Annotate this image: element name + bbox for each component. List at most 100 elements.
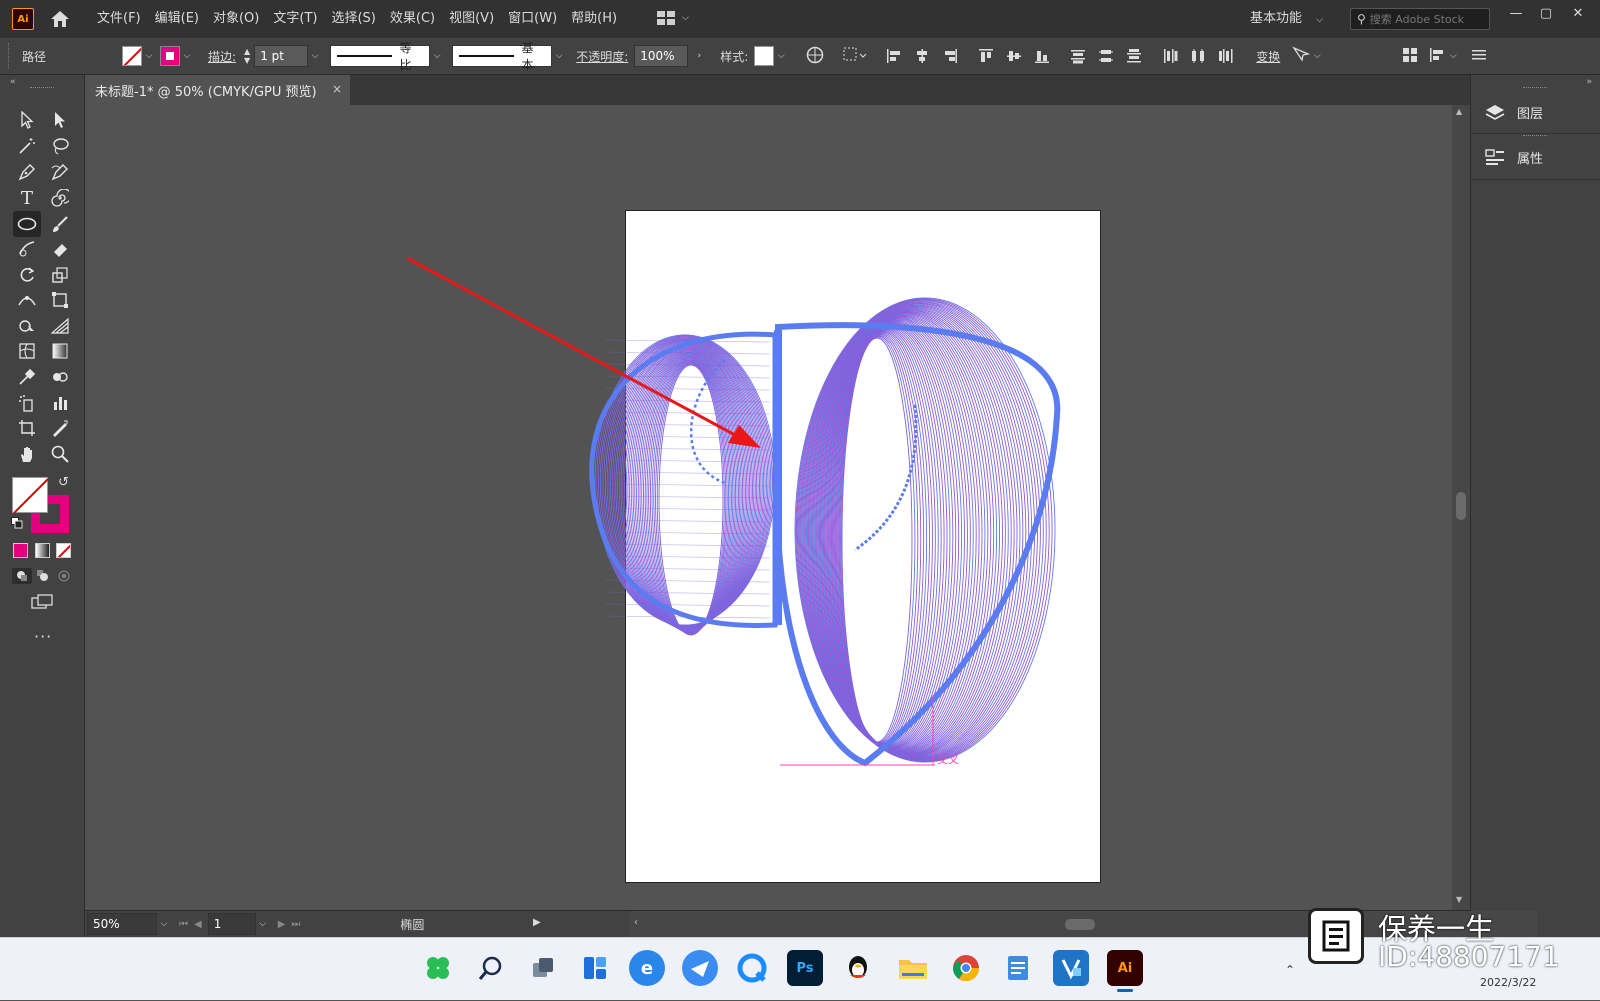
pen-tool-icon[interactable]: [15, 160, 39, 184]
draw-normal-icon[interactable]: [12, 568, 32, 584]
stroke-weight-dropdown[interactable]: ⌵: [308, 46, 322, 66]
draw-behind-icon[interactable]: [35, 568, 51, 584]
first-artboard-icon[interactable]: ⏮: [179, 919, 188, 930]
default-fill-stroke-icon[interactable]: [11, 517, 23, 529]
canvas-area[interactable]: 交叉: [85, 105, 1470, 910]
menu-type[interactable]: 文字(T): [266, 0, 324, 38]
artboard-tool-icon[interactable]: [15, 416, 39, 440]
task-view-button[interactable]: [525, 950, 561, 986]
tray-chevron-up-icon[interactable]: ⌃: [1285, 963, 1295, 977]
align-right-icon[interactable]: [942, 48, 958, 64]
stroke-swatch[interactable]: [160, 46, 180, 66]
close-window-button[interactable]: ✕: [1564, 0, 1592, 26]
scroll-down-icon[interactable]: ▼: [1456, 895, 1462, 904]
draw-inside-icon[interactable]: [56, 568, 72, 584]
home-icon[interactable]: [48, 7, 72, 31]
vertical-scroll-thumb[interactable]: [1456, 492, 1466, 520]
panel-gripper[interactable]: [1523, 135, 1547, 136]
direct-selection-tool-icon[interactable]: [48, 108, 72, 132]
visio-button[interactable]: [1053, 950, 1089, 986]
type-tool-icon[interactable]: T: [15, 186, 39, 210]
mesh-tool-icon[interactable]: [15, 339, 39, 363]
menu-object[interactable]: 对象(O): [206, 0, 266, 38]
illustrator-button[interactable]: Ai: [1107, 950, 1143, 992]
fill-color-proxy[interactable]: [12, 477, 49, 514]
properties-panel-button[interactable]: 属性: [1471, 137, 1600, 177]
gradient-tool-icon[interactable]: [48, 339, 72, 363]
align-horizontal-center-icon[interactable]: [914, 48, 930, 64]
next-artboard-icon[interactable]: ▶: [278, 919, 286, 930]
scale-tool-icon[interactable]: [48, 263, 72, 287]
gradient-mode-button[interactable]: [35, 543, 50, 558]
distribute-vertical-center-icon[interactable]: [1098, 48, 1114, 64]
menu-edit[interactable]: 编辑(E): [148, 0, 206, 38]
maximize-button[interactable]: ▢: [1532, 0, 1560, 26]
toolbar-gripper[interactable]: [30, 87, 54, 90]
opacity-expand[interactable]: ›: [692, 46, 706, 66]
zoom-dropdown[interactable]: ⌵: [157, 914, 171, 934]
align-left-icon[interactable]: [886, 48, 902, 64]
distribute-top-icon[interactable]: [1070, 48, 1086, 64]
brush-dropdown[interactable]: ⌵: [552, 46, 566, 66]
spiral-tool-icon[interactable]: [48, 186, 72, 210]
previous-artboard-icon[interactable]: ◀: [194, 919, 202, 930]
artboard-number-field[interactable]: 1: [207, 913, 256, 935]
stroke-label[interactable]: 描边:: [208, 48, 236, 65]
arrange-documents-button[interactable]: ⌵: [656, 10, 689, 26]
document-tab[interactable]: 未标题-1* @ 50% (CMYK/GPU 预览) ×: [85, 75, 350, 105]
align-bottom-icon[interactable]: [1034, 48, 1050, 64]
minimize-button[interactable]: —: [1502, 0, 1530, 26]
rotate-tool-icon[interactable]: [15, 263, 39, 287]
none-mode-button[interactable]: [56, 543, 71, 558]
widgets-button[interactable]: [577, 950, 613, 986]
workspace-switcher[interactable]: 基本功能 ⌵: [1250, 0, 1323, 38]
align-top-icon[interactable]: [978, 48, 994, 64]
notepad-button[interactable]: [1000, 950, 1036, 986]
color-mode-button[interactable]: [13, 543, 28, 558]
free-transform-tool-icon[interactable]: [48, 288, 72, 312]
distribute-left-icon[interactable]: [1162, 48, 1178, 64]
stroke-dropdown[interactable]: ⌵: [180, 46, 194, 66]
isolate-object-icon[interactable]: [1292, 46, 1311, 67]
file-explorer-button[interactable]: [895, 950, 931, 986]
feishu-button[interactable]: [682, 950, 718, 986]
align-panel-icon[interactable]: [1428, 47, 1446, 66]
qq-button[interactable]: [840, 950, 876, 986]
start-button[interactable]: [420, 950, 456, 986]
paintbrush-tool-icon[interactable]: [48, 212, 72, 236]
stroke-weight-input[interactable]: 1 pt: [254, 45, 309, 67]
variable-width-profile[interactable]: 等比: [330, 41, 431, 72]
menu-help[interactable]: 帮助(H): [564, 0, 624, 38]
last-artboard-icon[interactable]: ⏭: [291, 919, 300, 930]
width-tool-icon[interactable]: [15, 288, 39, 312]
zoom-tool-icon[interactable]: [48, 442, 72, 466]
fill-dropdown[interactable]: ⌵: [142, 46, 156, 66]
menu-window[interactable]: 窗口(W): [501, 0, 564, 38]
stroke-weight-stepper[interactable]: ▲ ▼: [244, 47, 250, 65]
collapse-toolbar-icon[interactable]: «: [10, 77, 16, 87]
fill-swatch[interactable]: [122, 46, 142, 66]
align-vertical-center-icon[interactable]: [1006, 48, 1022, 64]
distribute-bottom-icon[interactable]: [1126, 48, 1142, 64]
edge-browser-button[interactable]: e: [629, 950, 665, 986]
opacity-label[interactable]: 不透明度:: [576, 48, 628, 65]
lasso-tool-icon[interactable]: [48, 134, 72, 158]
photoshop-button[interactable]: Ps: [787, 950, 823, 986]
qq-browser-button[interactable]: [734, 950, 770, 986]
eyedropper-tool-icon[interactable]: [15, 365, 39, 389]
chrome-button[interactable]: [948, 950, 984, 986]
magic-wand-tool-icon[interactable]: [15, 134, 39, 158]
shaper-tool-icon[interactable]: [15, 237, 39, 261]
align-panel-dropdown[interactable]: ⌵: [1446, 46, 1460, 66]
hand-tool-icon[interactable]: [15, 442, 39, 466]
graphic-style-dropdown[interactable]: ⌵: [774, 46, 788, 66]
stock-search-field[interactable]: ⚲ 搜索 Adobe Stock: [1350, 8, 1490, 30]
isolate-dropdown[interactable]: ⌵: [1310, 46, 1324, 66]
brush-definition[interactable]: 基本: [452, 41, 553, 72]
swap-fill-stroke-icon[interactable]: ↺: [58, 475, 69, 490]
shape-builder-tool-icon[interactable]: [15, 314, 39, 338]
menu-view[interactable]: 视图(V): [442, 0, 501, 38]
graphic-style-swatch[interactable]: [754, 46, 775, 66]
transform-label[interactable]: 变换: [1256, 48, 1280, 65]
expand-panels-icon[interactable]: »: [1586, 77, 1592, 87]
